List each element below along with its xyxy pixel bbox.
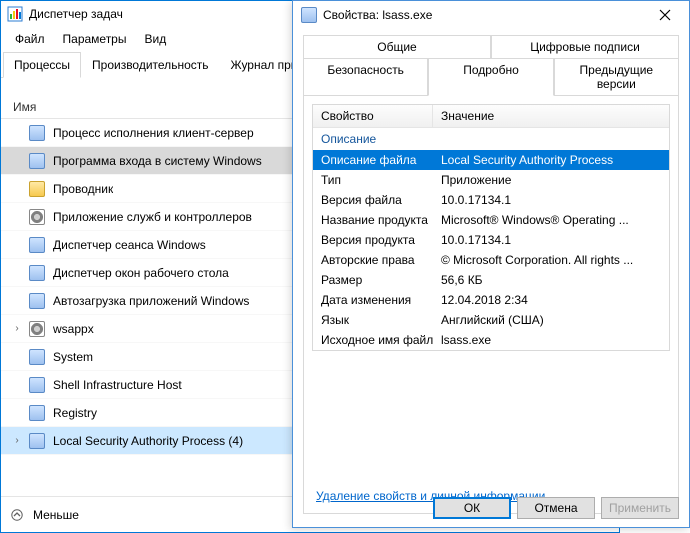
cancel-button[interactable]: Отмена bbox=[517, 497, 595, 519]
tab-digital-signatures[interactable]: Цифровые подписи bbox=[491, 35, 679, 58]
chevron-right-icon[interactable]: › bbox=[9, 323, 25, 334]
column-header-value[interactable]: Значение bbox=[433, 105, 502, 127]
menu-options[interactable]: Параметры bbox=[55, 29, 135, 49]
tab-security[interactable]: Безопасность bbox=[303, 58, 428, 96]
dialog-buttons: ОК Отмена Применить bbox=[433, 497, 679, 519]
task-manager-title: Диспетчер задач bbox=[29, 7, 123, 21]
table-row[interactable]: ЯзыкАнглийский (США) bbox=[313, 310, 669, 330]
table-row[interactable]: Название продуктаMicrosoft® Windows® Ope… bbox=[313, 210, 669, 230]
table-row[interactable]: Авторские права© Microsoft Corporation. … bbox=[313, 250, 669, 270]
menu-view[interactable]: Вид bbox=[136, 29, 174, 49]
table-row[interactable]: Исходное имя файлаlsass.exe bbox=[313, 330, 669, 350]
properties-titlebar[interactable]: Свойства: lsass.exe bbox=[293, 1, 689, 29]
menu-file[interactable]: Файл bbox=[7, 29, 53, 49]
task-manager-icon bbox=[7, 6, 23, 22]
table-row[interactable]: Дата изменения12.04.2018 2:34 bbox=[313, 290, 669, 310]
apply-button[interactable]: Применить bbox=[601, 497, 679, 519]
tab-processes[interactable]: Процессы bbox=[3, 52, 81, 78]
ok-button[interactable]: ОК bbox=[433, 497, 511, 519]
properties-dialog: Свойства: lsass.exe Общие Цифровые подпи… bbox=[292, 0, 690, 528]
chevron-up-icon[interactable] bbox=[11, 509, 27, 521]
tab-previous-versions[interactable]: Предыдущие версии bbox=[554, 58, 679, 96]
table-row[interactable]: Описание файлаLocal Security Authority P… bbox=[313, 150, 669, 170]
table-row[interactable]: Версия файла10.0.17134.1 bbox=[313, 190, 669, 210]
properties-title: Свойства: lsass.exe bbox=[323, 8, 645, 22]
fewer-details-button[interactable]: Меньше bbox=[33, 508, 79, 522]
tab-details[interactable]: Подробно bbox=[428, 58, 553, 96]
tab-performance[interactable]: Производительность bbox=[81, 52, 219, 78]
group-description: Описание bbox=[313, 128, 669, 150]
file-icon bbox=[301, 7, 317, 23]
table-row[interactable]: ТипПриложение bbox=[313, 170, 669, 190]
close-button[interactable] bbox=[645, 1, 685, 29]
properties-table: Свойство Значение Описание Описание файл… bbox=[312, 104, 670, 351]
chevron-right-icon[interactable]: › bbox=[9, 435, 25, 446]
tab-general[interactable]: Общие bbox=[303, 35, 491, 58]
properties-tabs: Общие Цифровые подписи Безопасность Подр… bbox=[303, 35, 679, 96]
table-row[interactable]: Размер56,6 КБ bbox=[313, 270, 669, 290]
column-header-property[interactable]: Свойство bbox=[313, 105, 433, 127]
table-row[interactable]: Версия продукта10.0.17134.1 bbox=[313, 230, 669, 250]
